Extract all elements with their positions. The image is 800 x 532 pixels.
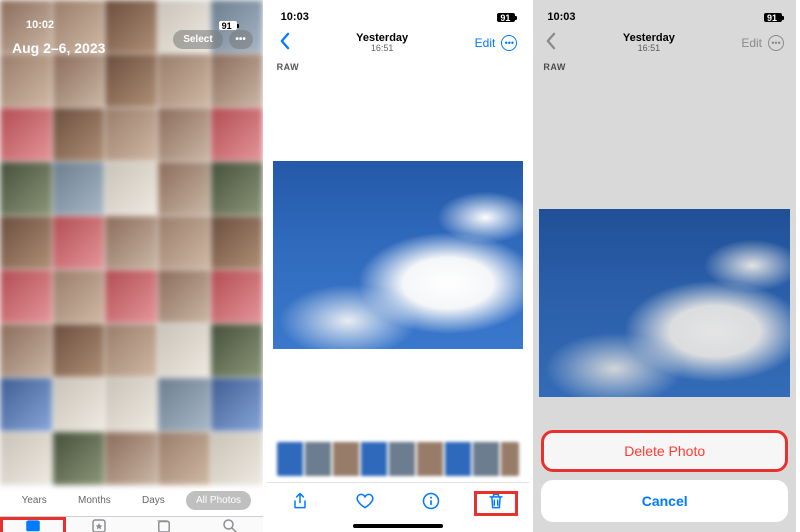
tab-search[interactable]: Search: [197, 517, 263, 532]
battery-icon: 91: [764, 13, 782, 22]
status-time: 10:03: [547, 11, 575, 23]
tab-library[interactable]: Library: [0, 517, 66, 532]
status-time: 10:02: [26, 19, 54, 31]
detail-header: Yesterday 16:51 Edit •••: [267, 26, 530, 60]
view-segmented-control: Years Months Days All Photos: [0, 485, 263, 516]
status-icons: 91: [489, 11, 515, 23]
detail-title: Yesterday 16:51: [356, 32, 408, 54]
more-options-button[interactable]: •••: [501, 35, 517, 51]
detail-toolbar: [267, 482, 530, 524]
photo-content: [273, 161, 524, 349]
thumbnail-scrubber[interactable]: [277, 442, 520, 476]
search-icon: [221, 517, 239, 532]
albums-icon: [155, 517, 173, 532]
title-secondary: 16:51: [356, 44, 408, 54]
seg-days[interactable]: Days: [132, 491, 175, 510]
cancel-button[interactable]: Cancel: [541, 480, 788, 522]
status-time: 10:03: [281, 11, 309, 23]
seg-months[interactable]: Months: [68, 491, 121, 510]
share-icon: [290, 498, 310, 515]
share-button[interactable]: [278, 491, 322, 516]
battery-icon: 91: [497, 13, 515, 22]
ellipsis-icon: •••: [505, 38, 514, 48]
library-icon: [24, 517, 42, 532]
tab-foryou[interactable]: For You: [66, 517, 132, 532]
screen-delete-confirm: 10:03 91 Yesterday 16:51 Edit •••: [533, 0, 800, 532]
status-bar: 10:03 91: [533, 0, 796, 26]
info-button[interactable]: [409, 491, 453, 516]
cancel-label: Cancel: [642, 493, 688, 509]
foryou-icon: [90, 517, 108, 532]
tab-albums[interactable]: Albums: [131, 517, 197, 532]
raw-badge: RAW: [267, 60, 530, 74]
delete-photo-button[interactable]: Delete Photo: [541, 430, 788, 472]
status-icons: 91: [756, 11, 782, 23]
battery-icon: 91: [219, 21, 237, 30]
edit-button[interactable]: Edit: [475, 36, 496, 50]
status-icons: 91: [211, 19, 237, 31]
bottom-tab-bar: Library For You Albums Search: [0, 516, 263, 532]
home-indicator[interactable]: [353, 524, 443, 528]
action-sheet: Delete Photo Cancel: [533, 0, 796, 532]
photo-grid[interactable]: [0, 0, 263, 485]
delete-photo-label: Delete Photo: [624, 443, 705, 459]
screen-photo-detail: 10:03 91 Yesterday 16:51 Edit •••: [267, 0, 534, 532]
edit-area: Edit •••: [475, 35, 518, 51]
status-bar: 10:03 91: [267, 0, 530, 26]
ellipsis-icon: •••: [235, 34, 246, 45]
favorite-button[interactable]: [343, 491, 387, 516]
seg-years[interactable]: Years: [12, 491, 57, 510]
delete-button[interactable]: [474, 491, 518, 516]
chevron-left-icon: [279, 34, 290, 54]
back-button[interactable]: [279, 32, 290, 55]
screen-library: 10:02 91 Aug 2–6, 2023 Select •••: [0, 0, 267, 532]
photo-viewport[interactable]: [267, 74, 530, 436]
status-bar: 10:02 91: [12, 8, 251, 34]
info-icon: [421, 498, 441, 515]
library-header: 10:02 91 Aug 2–6, 2023 Select •••: [0, 0, 263, 68]
trash-icon: [486, 498, 506, 515]
heart-icon: [355, 498, 375, 515]
seg-allphotos[interactable]: All Photos: [186, 491, 251, 510]
